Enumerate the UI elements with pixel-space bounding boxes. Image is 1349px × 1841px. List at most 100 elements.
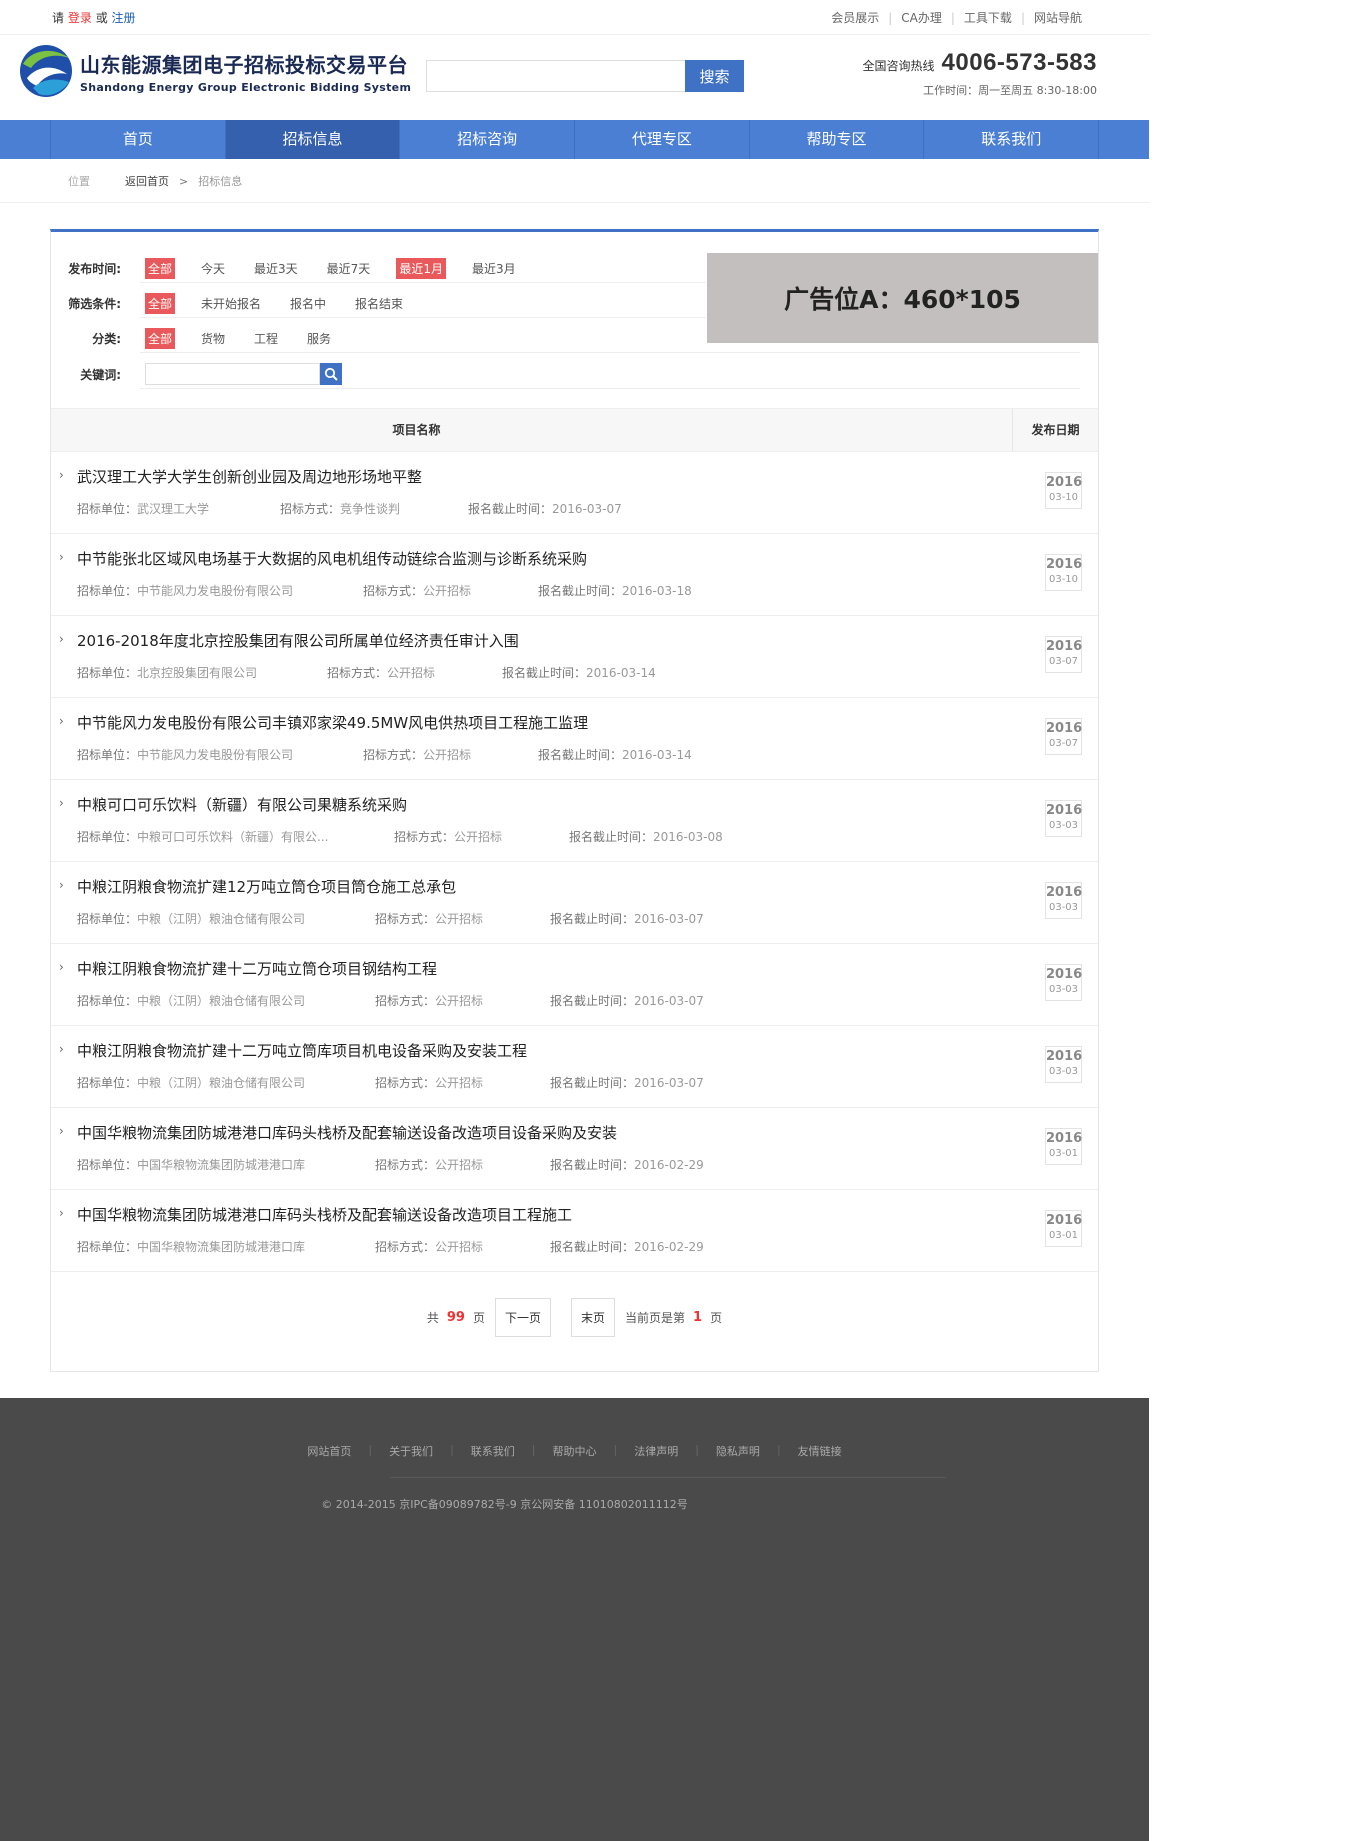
filter-option[interactable]: 今天 [198,258,228,279]
meta-label: 报名截止时间： [538,584,623,598]
divider [140,282,706,283]
nav-item-agency[interactable]: 代理专区 [575,120,750,159]
meta-value: 公开招标 [423,748,472,762]
project-meta: 招标单位：北京控股集团有限公司 招标方式：公开招标 报名截止时间：2016-03-1… [77,664,656,681]
project-title[interactable]: 中粮可口可乐饮料（新疆）有限公司果糖系统采购 [77,794,407,815]
footer-link-contact[interactable]: 联系我们 [454,1443,532,1459]
table-row[interactable]: › 2016-2018年度北京控股集团有限公司所属单位经济责任审计入围招标单位：北… [51,616,1098,698]
chevron-right-icon: › [59,632,64,646]
search-input[interactable] [426,60,685,92]
table-row[interactable]: › 中粮江阴粮食物流扩建十二万吨立筒库项目机电设备采购及安装工程 招标单位：中粮（江… [51,1026,1098,1108]
divider [140,317,706,318]
footer-link-about[interactable]: 关于我们 [372,1443,450,1459]
member-showcase-link[interactable]: 会员展示 [822,9,888,26]
filter-keyword: 关键词: [67,363,342,385]
logo[interactable]: 山东能源集团电子招标投标交易平台 Shandong Energy Group E… [19,44,411,98]
project-title[interactable]: 中国华粮物流集团防城港港口库码头栈桥及配套输送设备改造项目设备采购及安装 [77,1122,617,1143]
next-page-button[interactable]: 下一页 [495,1298,552,1337]
filter-option[interactable]: 未开始报名 [198,293,264,314]
meta-value: 公开招标 [454,830,503,844]
meta-value: 公开招标 [435,1076,484,1090]
meta-label: 招标单位： [77,1158,138,1172]
breadcrumb-home-link[interactable]: 返回首页 [125,173,169,189]
filter-option[interactable]: 货物 [198,328,228,349]
nav-item-home[interactable]: 首页 [50,120,226,159]
filter-option[interactable]: 报名中 [287,293,329,314]
meta-label: 招标方式： [375,912,436,926]
footer-link-home[interactable]: 网站首页 [290,1443,368,1459]
footer-link-friends[interactable]: 友情链接 [781,1443,859,1459]
table-row[interactable]: › 中国华粮物流集团防城港港口库码头栈桥及配套输送设备改造项目工程施工 招标单位：中… [51,1190,1098,1272]
project-title[interactable]: 中节能张北区域风电场基于大数据的风电机组传动链综合监测与诊断系统采购 [77,548,587,569]
site-nav-link[interactable]: 网站导航 [1025,9,1091,26]
table-row[interactable]: › 中粮可口可乐饮料（新疆）有限公司果糖系统采购 招标单位：中粮可口可乐饮料（新疆）… [51,780,1098,862]
filter-option[interactable]: 全部 [145,293,176,314]
filter-option[interactable]: 服务 [304,328,334,349]
nav-item-contact[interactable]: 联系我们 [924,120,1100,159]
table-row[interactable]: › 武汉理工大学大学生创新创业园及周边地形场地平整 招标单位：武汉理工大学 招标方式：… [51,452,1098,534]
keyword-input[interactable] [145,363,320,385]
meta-method: 招标方式：公开招标 [375,1238,550,1255]
filter-option[interactable]: 最近3天 [251,258,301,279]
filter-category: 分类: 全部 货物 工程 服务 [67,328,357,349]
project-title[interactable]: 中节能风力发电股份有限公司丰镇邓家梁49.5MW风电供热项目工程施工监理 [77,712,588,733]
filter-time: 发布时间: 全部 今天 最近3天 最近7天 最近1月 最近3月 [67,258,542,279]
filter-option[interactable]: 全部 [145,328,176,349]
filter-option[interactable]: 报名结束 [352,293,406,314]
filter-option[interactable]: 最近1月 [396,258,446,279]
publish-year: 2016 [1046,639,1083,654]
last-page-button[interactable]: 末页 [571,1298,616,1337]
table-row[interactable]: › 中国华粮物流集团防城港港口库码头栈桥及配套输送设备改造项目设备采购及安装 招标单… [51,1108,1098,1190]
footer-link-privacy[interactable]: 隐私声明 [699,1443,777,1459]
breadcrumb-current: 招标信息 [198,175,243,188]
table-row[interactable]: › 中节能张北区域风电场基于大数据的风电机组传动链综合监测与诊断系统采购 招标单位：… [51,534,1098,616]
meta-unit: 招标单位：中节能风力发电股份有限公司 [77,582,363,599]
register-link[interactable]: 注册 [112,11,136,25]
site-search: 搜索 [426,60,744,92]
keyword-search-button[interactable] [320,363,342,385]
project-title[interactable]: 2016-2018年度北京控股集团有限公司所属单位经济责任审计入围 [77,630,519,651]
meta-value: 2016-03-14 [586,666,656,680]
filter-option[interactable]: 工程 [251,328,281,349]
meta-method: 招标方式：竞争性谈判 [280,500,468,517]
meta-label: 招标单位： [77,830,138,844]
filter-option[interactable]: 全部 [145,258,176,279]
meta-method: 招标方式：公开招标 [327,664,502,681]
project-title[interactable]: 中国华粮物流集团防城港港口库码头栈桥及配套输送设备改造项目工程施工 [77,1204,572,1225]
publish-monthday: 03-03 [1048,902,1079,913]
table-row[interactable]: › 中节能风力发电股份有限公司丰镇邓家梁49.5MW风电供热项目工程施工监理 招标单… [51,698,1098,780]
publish-year: 2016 [1046,885,1083,900]
project-title[interactable]: 中粮江阴粮食物流扩建十二万吨立筒仓项目钢结构工程 [77,958,437,979]
meta-label: 招标单位： [77,994,138,1008]
meta-deadline: 报名截止时间：2016-02-29 [550,1238,704,1255]
footer-link-help[interactable]: 帮助中心 [536,1443,614,1459]
nav-item-help[interactable]: 帮助专区 [750,120,925,159]
login-link[interactable]: 登录 [68,11,92,25]
meta-value: 竞争性谈判 [340,502,401,516]
filter-option[interactable]: 最近7天 [324,258,374,279]
footer-link-legal[interactable]: 法律声明 [617,1443,695,1459]
project-title[interactable]: 武汉理工大学大学生创新创业园及周边地形场地平整 [77,466,422,487]
publish-year: 2016 [1046,967,1083,982]
meta-label: 招标方式： [375,994,436,1008]
filter-option[interactable]: 最近3月 [469,258,519,279]
filter-label: 发布时间: [68,262,121,276]
table-row[interactable]: › 中粮江阴粮食物流扩建12万吨立筒仓项目筒仓施工总承包 招标单位：中粮（江阴）粮油… [51,862,1098,944]
ca-service-link[interactable]: CA办理 [892,9,951,26]
project-title[interactable]: 中粮江阴粮食物流扩建12万吨立筒仓项目筒仓施工总承包 [77,876,456,897]
project-title[interactable]: 中粮江阴粮食物流扩建十二万吨立筒库项目机电设备采购及安装工程 [77,1040,527,1061]
ad-banner[interactable]: 广告位A：460*105 [707,253,1098,343]
nav-item-bidding-consult[interactable]: 招标咨询 [400,120,576,159]
top-bar: 请 登录 或 注册 会员展示 | CA办理 | 工具下载 | 网站导航 [0,0,1149,35]
meta-unit: 招标单位：中国华粮物流集团防城港港口库 [77,1156,375,1173]
search-button[interactable]: 搜索 [685,60,744,92]
meta-value: 中粮（江阴）粮油仓储有限公司 [137,1076,306,1090]
tool-download-link[interactable]: 工具下载 [955,9,1021,26]
nav-item-bidding-info[interactable]: 招标信息 [225,120,401,159]
publish-date-badge: 2016 03-10 [1045,554,1082,591]
table-row[interactable]: › 中粮江阴粮食物流扩建十二万吨立筒仓项目钢结构工程 招标单位：中粮（江阴）粮油仓储… [51,944,1098,1026]
meta-label: 报名截止时间： [538,748,623,762]
divider [140,352,1080,353]
top-links: 会员展示 | CA办理 | 工具下载 | 网站导航 [822,9,1091,26]
publish-monthday: 03-01 [1048,1148,1079,1159]
